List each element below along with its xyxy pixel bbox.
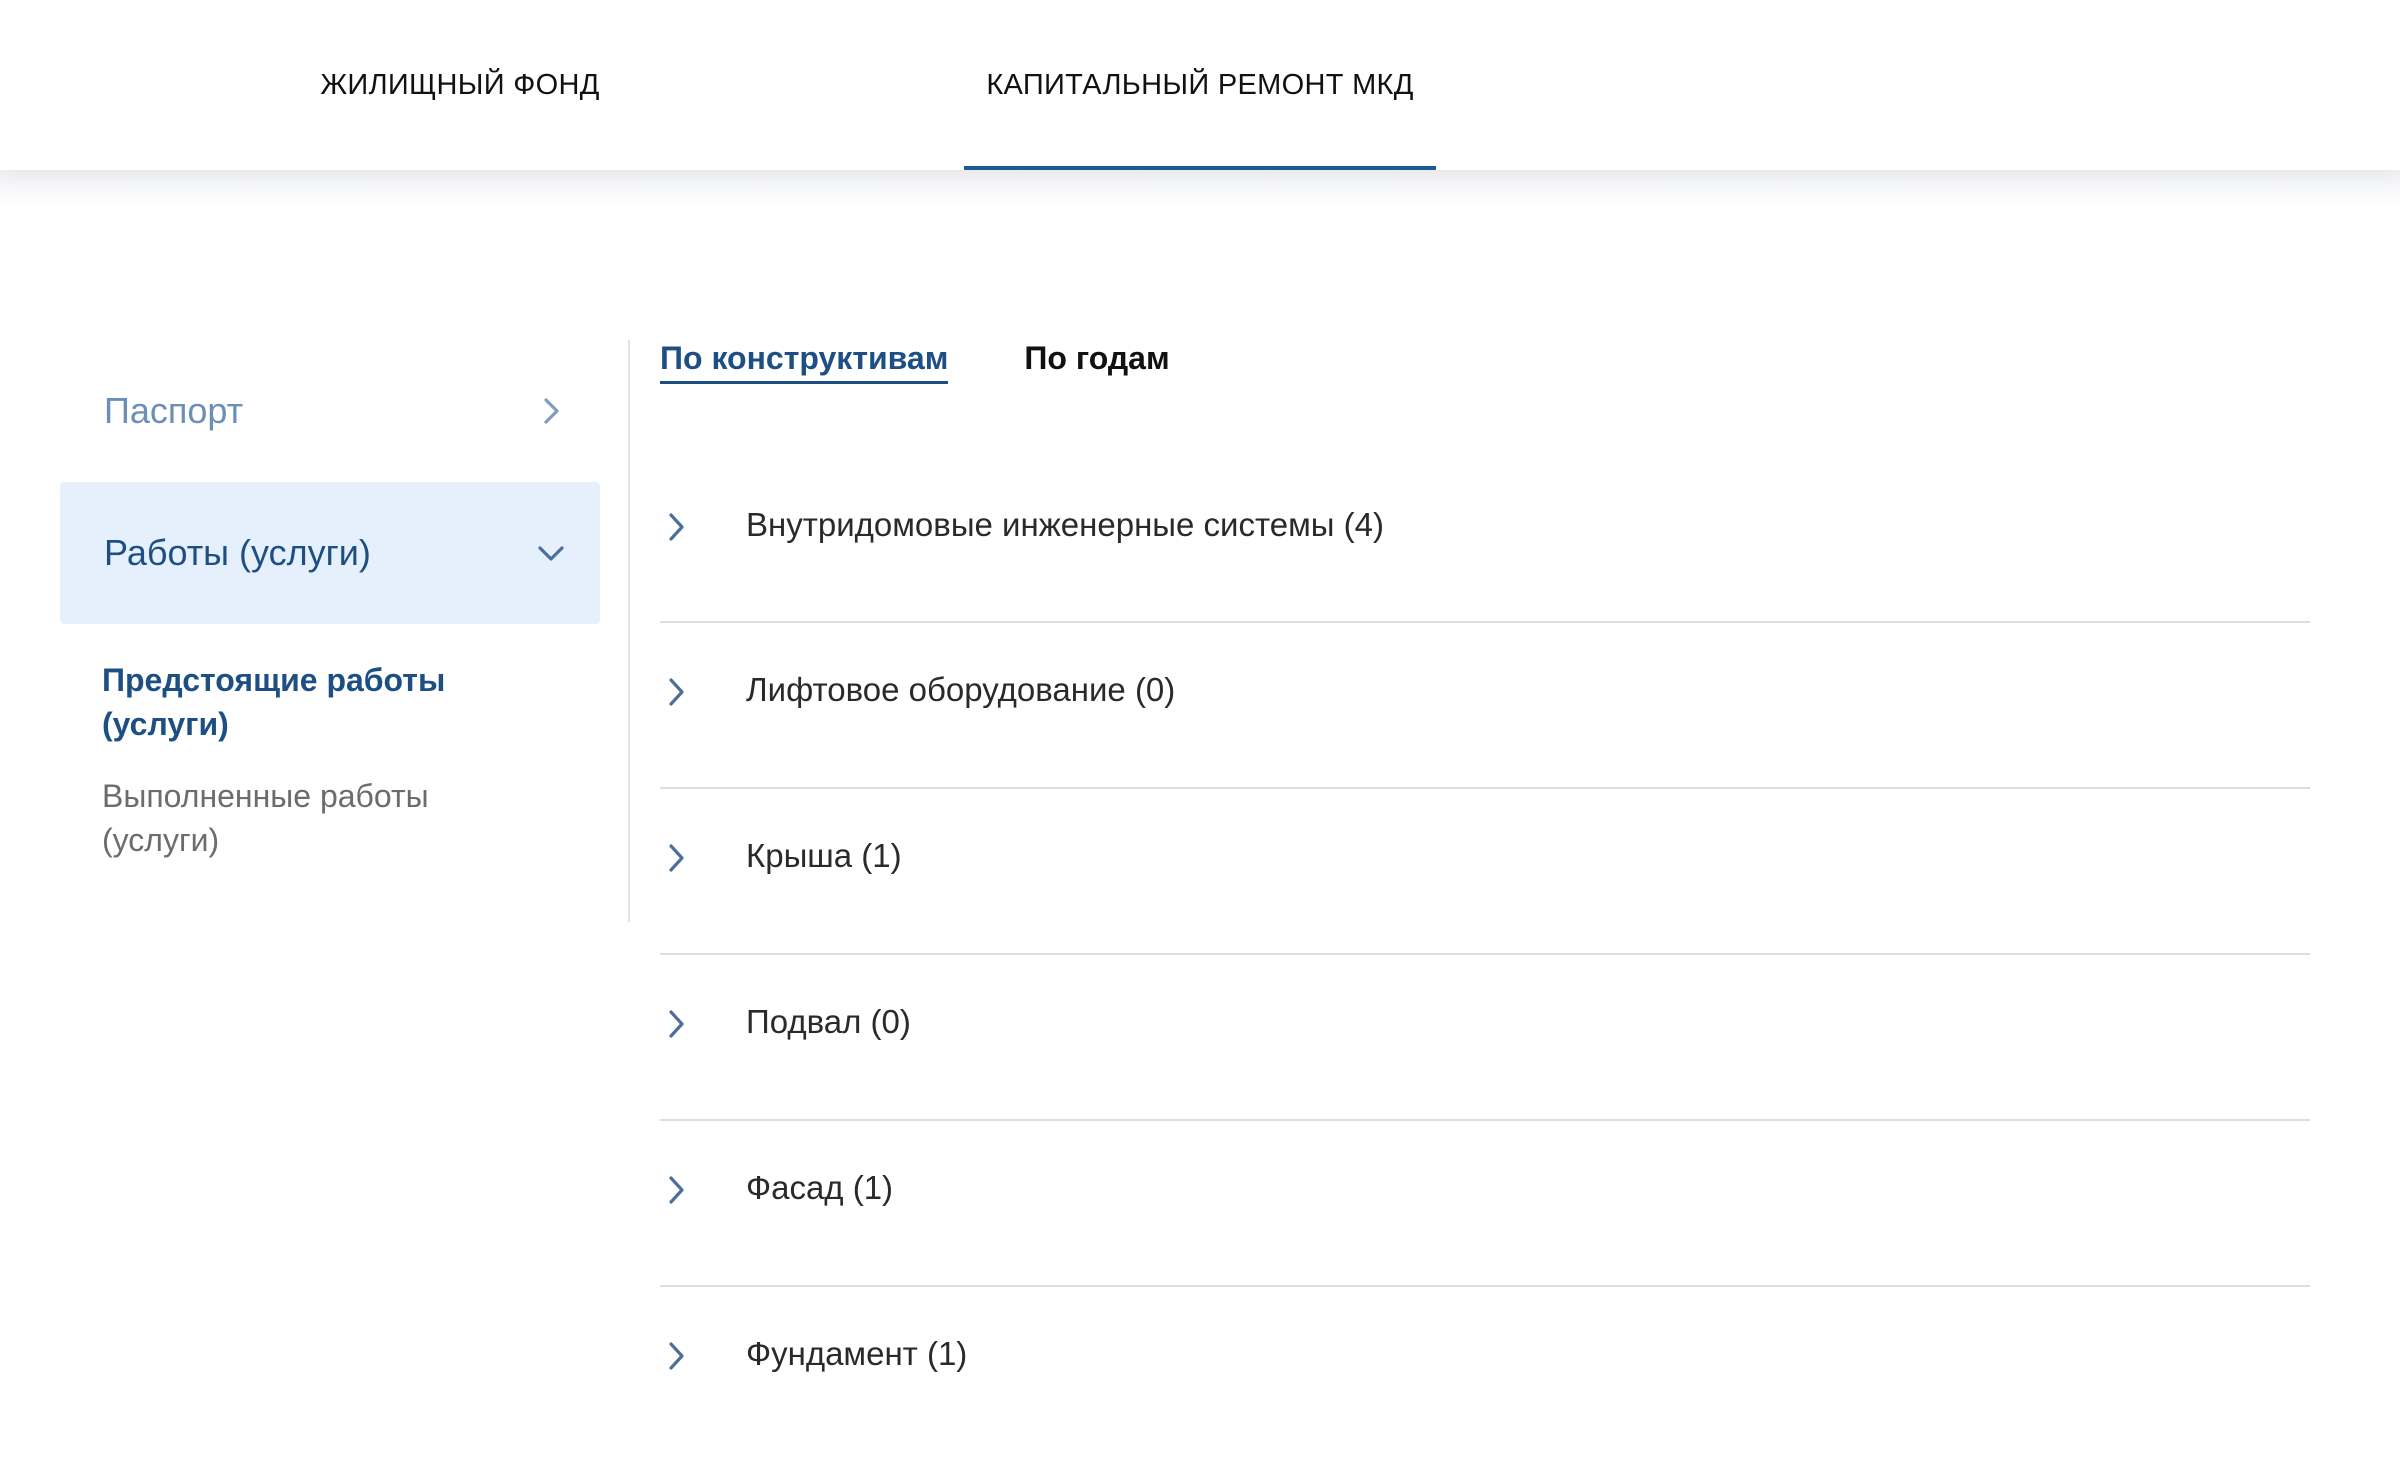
sidebar-item-works[interactable]: Работы (услуги): [60, 482, 600, 624]
chevron-right-icon: [660, 1173, 694, 1207]
main-content: По конструктивам По годам Внутридомовые …: [660, 340, 2310, 1453]
tab-by-constructives[interactable]: По конструктивам: [660, 340, 949, 384]
accordion-row-label: Лифтовое оборудование (0): [746, 671, 1176, 708]
sidebar: Паспорт Работы (услуги) Предстоящие рабо…: [60, 340, 600, 890]
tab-by-years[interactable]: По годам: [1024, 340, 1169, 381]
accordion-row[interactable]: Подвал (0): [660, 955, 2310, 1121]
chevron-right-icon: [660, 841, 694, 875]
header-shadow: [0, 170, 2400, 210]
accordion-row-label: Подвал (0): [746, 1003, 911, 1040]
tab-housing-fund[interactable]: ЖИЛИЩНЫЙ ФОНД: [300, 0, 620, 170]
accordion-row[interactable]: Лифтовое оборудование (0): [660, 623, 2310, 789]
accordion-row-label: Внутридомовые инженерные системы (4): [746, 506, 1384, 543]
chevron-right-icon: [534, 394, 568, 428]
accordion-row-label: Фасад (1): [746, 1169, 894, 1206]
category-accordion: Внутридомовые инженерные системы (4) Лиф…: [660, 458, 2310, 1453]
accordion-row[interactable]: Крыша (1): [660, 789, 2310, 955]
top-navigation: ЖИЛИЩНЫЙ ФОНД КАПИТАЛЬНЫЙ РЕМОНТ МКД: [0, 0, 2400, 170]
sidebar-sub-list: Предстоящие работы (услуги) Выполненные …: [60, 624, 600, 862]
tab-capital-repair-label: КАПИТАЛЬНЫЙ РЕМОНТ МКД: [986, 68, 1414, 101]
chevron-right-icon: [660, 1339, 694, 1373]
tab-housing-fund-label: ЖИЛИЩНЫЙ ФОНД: [320, 68, 600, 101]
sidebar-sub-item-completed[interactable]: Выполненные работы (услуги): [102, 774, 522, 862]
accordion-row[interactable]: Фундамент (1): [660, 1287, 2310, 1453]
sidebar-item-passport-label: Паспорт: [104, 390, 244, 431]
sidebar-sub-item-upcoming[interactable]: Предстоящие работы (услуги): [102, 658, 522, 746]
view-tabs: По конструктивам По годам: [660, 340, 2310, 390]
sidebar-item-works-label: Работы (услуги): [104, 532, 371, 573]
chevron-right-icon: [660, 1007, 694, 1041]
chevron-right-icon: [660, 675, 694, 709]
accordion-row-label: Фундамент (1): [746, 1335, 968, 1372]
chevron-down-icon: [534, 536, 568, 570]
accordion-row[interactable]: Фасад (1): [660, 1121, 2310, 1287]
accordion-row[interactable]: Внутридомовые инженерные системы (4): [660, 458, 2310, 623]
accordion-row-label: Крыша (1): [746, 837, 902, 874]
sidebar-item-passport[interactable]: Паспорт: [60, 340, 600, 482]
vertical-divider: [628, 340, 630, 922]
chevron-right-icon: [660, 510, 694, 544]
tab-capital-repair[interactable]: КАПИТАЛЬНЫЙ РЕМОНТ МКД: [964, 0, 1436, 170]
